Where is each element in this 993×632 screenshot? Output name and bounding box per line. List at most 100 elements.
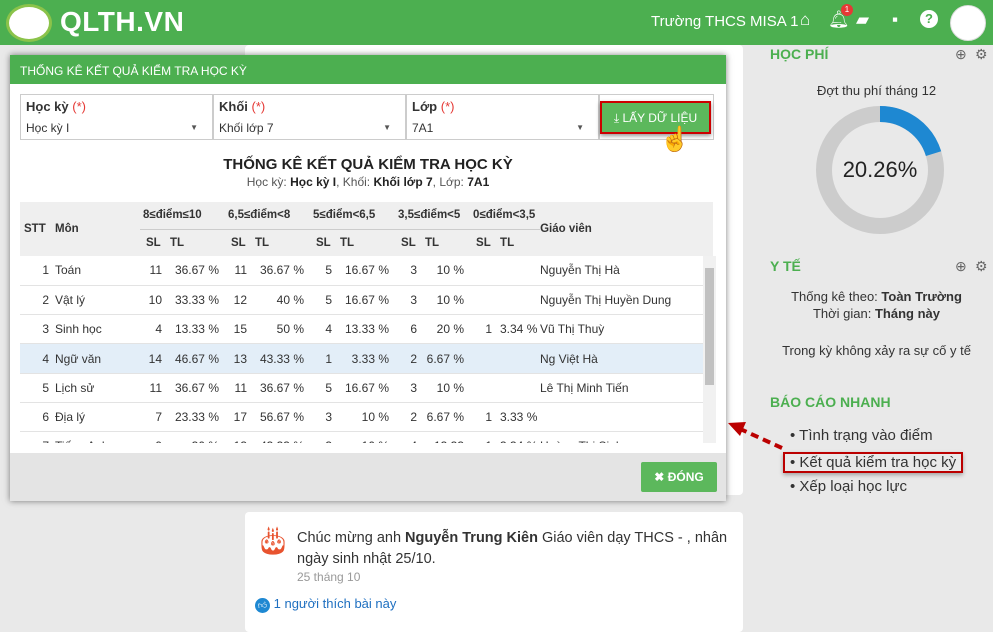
stats-dialog: THỐNG KÊ KẾT QUẢ KIỂM TRA HỌC KỲ Học kỳ … bbox=[10, 55, 726, 501]
cell-teacher: Vũ Thị Thuỳ bbox=[540, 314, 703, 345]
cell-sl: 3 bbox=[310, 402, 340, 433]
cell-stt: 6 bbox=[20, 402, 55, 433]
sub-key: , Khối: bbox=[336, 175, 374, 189]
school-name[interactable]: Trường THCS MISA 1 bbox=[651, 13, 798, 30]
notification-badge: 1 bbox=[841, 4, 853, 16]
cell-stt: 1 bbox=[20, 256, 55, 286]
table-row[interactable]: 7Tiếng Anh930 %1343.33 %310 %413.3313.34… bbox=[20, 431, 703, 443]
semester-select[interactable]: Học kỳ (*) Học kỳ I ▼ bbox=[20, 94, 213, 140]
report-subtitle: Học kỳ: Học kỳ I, Khối: Khối lớp 7, Lớp:… bbox=[10, 175, 726, 189]
table-scrollbar[interactable] bbox=[703, 256, 716, 443]
cell-sl: 1 bbox=[470, 402, 500, 433]
gear-icon[interactable]: ⚙ bbox=[975, 258, 988, 275]
chat-icon[interactable]: ▰ bbox=[856, 10, 869, 30]
caret-down-icon: ▼ bbox=[383, 123, 391, 132]
gear-icon[interactable]: ⚙ bbox=[975, 46, 988, 63]
table-header: STT Môn 8≤điểm≤10 6,5≤điểm<8 5≤điểm<6,5 3… bbox=[20, 202, 713, 256]
cell-sl: 2 bbox=[395, 343, 425, 374]
message-icon[interactable]: ▪ bbox=[892, 10, 898, 30]
help-icon[interactable]: ? bbox=[920, 10, 938, 28]
cell-tl: 16.67 % bbox=[340, 285, 395, 316]
cell-tl: 16.67 % bbox=[340, 373, 395, 403]
cell-sl: 6 bbox=[395, 314, 425, 345]
zoom-icon[interactable]: ⊕ bbox=[955, 46, 967, 63]
sub-val: 7A1 bbox=[467, 175, 490, 189]
cell-tl: 36.67 % bbox=[170, 256, 225, 286]
cell-tl: 36.67 % bbox=[255, 373, 310, 403]
class-select[interactable]: Lớp (*) 7A1 ▼ bbox=[406, 94, 599, 140]
sub-key: , Lớp: bbox=[432, 175, 468, 189]
cell-tl: 43.33 % bbox=[255, 343, 310, 374]
grade-select[interactable]: Khối (*) Khối lớp 7 ▼ bbox=[213, 94, 406, 140]
table-row[interactable]: 2 Vật lý 10 33.33 % 12 40 % 5 16.67 % 3 10 % Nguyễ… bbox=[20, 285, 703, 316]
required-mark: (*) bbox=[440, 99, 455, 114]
cell-sl: 11 bbox=[140, 373, 170, 403]
cell-teacher: Ng Việt Hà bbox=[540, 343, 703, 374]
fee-title: HỌC PHÍ bbox=[770, 46, 829, 62]
cell-tl: 36.67 % bbox=[255, 256, 310, 286]
cell-sl: 14 bbox=[140, 343, 170, 374]
zoom-icon[interactable]: ⊕ bbox=[955, 258, 967, 275]
post-date: 25 tháng 10 bbox=[297, 570, 361, 584]
fetch-label: LẤY DỮ LIỆU bbox=[622, 111, 698, 125]
header-sl: SL bbox=[146, 236, 161, 249]
quick-report-item[interactable]: • Xếp loại học lực bbox=[790, 478, 907, 495]
cell-tl: 6.67 % bbox=[425, 402, 470, 433]
cell-tl: 10 % bbox=[425, 373, 470, 403]
fetch-data-button[interactable]: ⤓ LẤY DỮ LIỆU bbox=[600, 101, 711, 134]
home-icon[interactable]: ⌂ bbox=[800, 10, 810, 30]
table-body[interactable]: 1 Toán 11 36.67 % 11 36.67 % 5 16.67 % 3 10 % Nguy… bbox=[20, 256, 713, 443]
cell-subject: Toán bbox=[55, 256, 140, 286]
item-label: Tình trạng vào điểm bbox=[799, 427, 933, 444]
table-row[interactable]: 3 Sinh học 4 13.33 % 15 50 % 4 13.33 % 6 20 % 1 3.3… bbox=[20, 314, 703, 345]
header-tl: TL bbox=[340, 236, 355, 249]
quick-report-item[interactable]: • Kết quả kiểm tra học kỳ bbox=[783, 452, 964, 473]
dialog-title: THỐNG KÊ KẾT QUẢ KIỂM TRA HỌC KỲ bbox=[10, 55, 726, 84]
quick-report-item[interactable]: • Tình trạng vào điểm bbox=[790, 427, 933, 444]
header-group: 3,5≤điểm<5 bbox=[395, 202, 471, 230]
cell-sl: 4 bbox=[140, 314, 170, 345]
header-sl: SL bbox=[476, 236, 491, 249]
semester-value: Học kỳ I bbox=[26, 121, 70, 135]
cell-subject: Địa lý bbox=[55, 402, 140, 433]
like-count[interactable]: 👍︎ 1 người thích bài này bbox=[255, 596, 396, 613]
cell-tl bbox=[500, 343, 540, 374]
cell-teacher: Nguyễn Thị Huyền Dung bbox=[540, 285, 703, 316]
cell-sl: 17 bbox=[225, 402, 255, 433]
cell-tl: 36.67 % bbox=[170, 373, 225, 403]
health-time: Thời gian: Tháng này bbox=[760, 306, 993, 321]
grade-label: Khối bbox=[219, 99, 248, 114]
cell-tl: 56.67 % bbox=[255, 402, 310, 433]
time-key: Thời gian: bbox=[812, 306, 875, 321]
cell-sl: 11 bbox=[225, 256, 255, 286]
quick-report-title: BÁO CÁO NHANH bbox=[770, 394, 891, 410]
header-tl: TL bbox=[500, 236, 515, 249]
cell-tl bbox=[500, 256, 540, 286]
avatar[interactable] bbox=[950, 5, 986, 41]
table-row[interactable]: 6 Địa lý 7 23.33 % 17 56.67 % 3 10 % 2 6.67 % 1 3.3… bbox=[20, 402, 703, 433]
logo-text[interactable]: QLTH.VN bbox=[60, 6, 184, 38]
table-row[interactable]: 1 Toán 11 36.67 % 11 36.67 % 5 16.67 % 3 10 % Nguy… bbox=[20, 256, 703, 286]
close-button[interactable]: ✖ ĐÓNG bbox=[641, 462, 717, 492]
fee-percent: 20.26% bbox=[842, 157, 918, 182]
cell-sl: 3 bbox=[395, 256, 425, 286]
table-row[interactable]: 5 Lịch sử 11 36.67 % 11 36.67 % 5 16.67 % 3 10 % L… bbox=[20, 373, 703, 403]
cell-sl: 7 bbox=[140, 402, 170, 433]
header-tl: TL bbox=[425, 236, 440, 249]
cell-tl: 43.33 % bbox=[255, 431, 310, 443]
health-note: Trong kỳ không xảy ra sự cố y tế bbox=[782, 343, 971, 358]
table-row[interactable]: 4 Ngữ văn 14 46.67 % 13 43.33 % 1 3.33 % 2 6.67 %… bbox=[20, 343, 703, 374]
health-title: Y TẾ bbox=[770, 258, 801, 274]
header-stt: STT bbox=[24, 223, 46, 235]
cell-tl: 6.67 % bbox=[425, 343, 470, 374]
cell-subject: Ngữ văn bbox=[55, 343, 140, 374]
class-label: Lớp bbox=[412, 99, 438, 114]
cell-subject: Tiếng Anh bbox=[55, 431, 140, 443]
cell-sl: 9 bbox=[140, 431, 170, 443]
annotation-arrow bbox=[728, 422, 783, 450]
post-name[interactable]: Nguyễn Trung Kiên bbox=[405, 530, 538, 546]
logo-icon[interactable] bbox=[6, 4, 52, 42]
cell-sl: 2 bbox=[395, 402, 425, 433]
scrollbar-thumb[interactable] bbox=[705, 268, 714, 385]
sub-key: Học kỳ: bbox=[246, 175, 291, 189]
